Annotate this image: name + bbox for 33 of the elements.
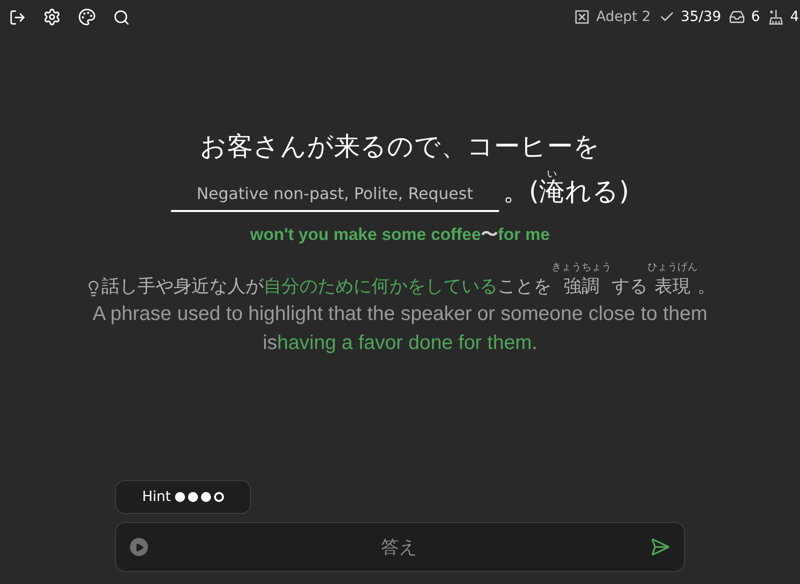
play-icon: [134, 542, 144, 552]
plain-text: 話し手や身近な人が: [102, 276, 264, 296]
exit-button[interactable]: [9, 8, 26, 26]
kanji-icon: [574, 9, 590, 25]
search-button[interactable]: [113, 8, 130, 26]
answer-input[interactable]: 答え: [148, 534, 650, 560]
answer-blank[interactable]: Negative non-past, Polite, Request: [170, 182, 499, 212]
highlighted-text: won't you make some coffee: [250, 225, 481, 244]
plain-text: ことを: [498, 276, 552, 296]
play-button[interactable]: [130, 538, 148, 556]
status-text: Adept 2: [596, 8, 651, 26]
status-text: 4: [790, 8, 799, 26]
explanation-word: 表現: [654, 274, 690, 298]
settings-button[interactable]: [43, 8, 61, 26]
broom-icon: [768, 9, 784, 25]
sentence-ending: 。(淹 い れる): [502, 169, 630, 209]
sentence-text: お客さんが来るので、コーヒーを: [200, 131, 600, 164]
plain-text: する: [612, 276, 648, 296]
inbox-icon: [729, 9, 746, 25]
furigana-text: ひょうげん: [648, 262, 698, 274]
highlighted-text: for me: [498, 225, 550, 244]
answer-field[interactable]: 答え: [115, 522, 685, 572]
plain-text: 〜: [480, 225, 498, 244]
furigana-text: きょうちょう: [552, 262, 612, 274]
explanation-translation: A phrase used to highlight that the speaker or someone close to them ishaving a favor done for them.: [92, 302, 708, 356]
send-button[interactable]: [650, 537, 670, 557]
palette-button[interactable]: [78, 8, 96, 26]
status-text: 35/39: [680, 8, 722, 26]
status-text: 6: [751, 8, 760, 26]
explanation-word: 強調: [564, 274, 600, 298]
plain-text: 。: [698, 276, 716, 296]
hint-button[interactable]: Hint: [115, 480, 251, 514]
highlighted-text: 自分のために何かをしている: [264, 276, 498, 296]
